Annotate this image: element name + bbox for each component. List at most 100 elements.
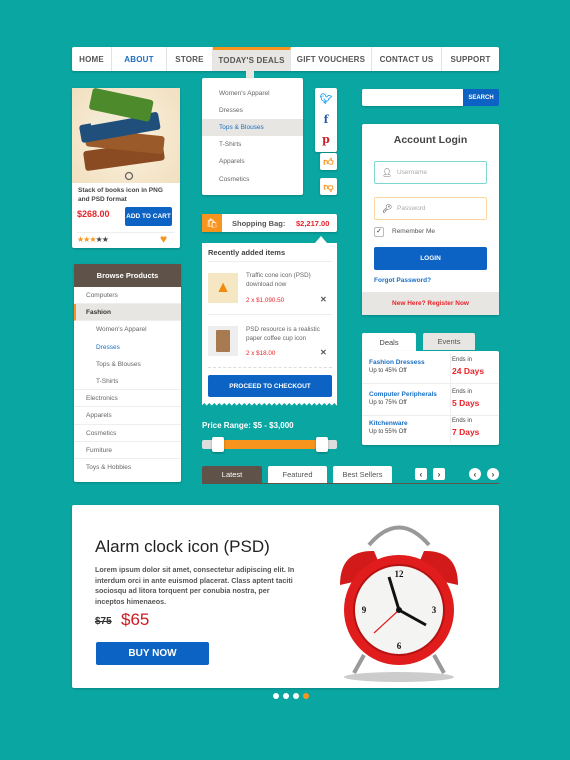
deal-item[interactable]: Computer Peripherals Up to 75% Off Ends … [362,386,499,416]
deal-offer: Up to 75% Off [369,400,407,406]
circle-chevron-left-icon[interactable]: ‹ [469,468,481,480]
subcategory-item-selected[interactable]: Dresses [74,339,181,356]
category-item[interactable]: Apparels [74,407,181,425]
category-item[interactable]: Furniture [74,442,181,459]
zigzag-edge [202,403,337,407]
cart-item-name[interactable]: PSD resource is a realistic paper coffee… [246,325,326,343]
deal-name[interactable]: Kitchenware [369,420,408,427]
facebook-icon[interactable]: f [315,110,337,128]
register-link[interactable]: New Here? Register Now [362,292,499,315]
remove-item-icon[interactable]: ✕ [320,348,327,357]
shopping-bag-bar[interactable]: 🛍︎ Shopping Bag: $2,217.00 [202,214,337,232]
dropdown-item[interactable]: Cosmetics [202,171,303,188]
deals-dropdown: Women's Apparel Dresses Tops & Blouses T… [202,78,303,195]
subcategory-item[interactable]: Women's Apparel [74,321,181,338]
pinterest-icon[interactable]: p [315,130,337,148]
category-item[interactable]: Computers [74,287,181,305]
deal-name[interactable]: Computer Peripherals [369,391,437,398]
nav-store[interactable]: STORE [167,47,213,71]
add-to-cart-button[interactable]: ADD TO CART [125,207,172,226]
thumbs-down-icon[interactable]: 👎︎ [320,178,337,195]
bag-total: $2,217.00 [296,219,330,228]
remove-item-icon[interactable]: ✕ [320,295,327,304]
nav-about[interactable]: ABOUT [112,47,167,71]
heart-icon[interactable]: ♥ [160,232,167,246]
deal-offer: Up to 45% Off [369,368,407,374]
category-item[interactable]: Cosmetics [74,425,181,442]
deal-ends-label: Ends in [452,389,473,395]
subcategory-item[interactable]: Tops & Blouses [74,356,181,373]
coffee-cup-image [208,326,238,356]
tab-best-sellers[interactable]: Best Sellers [333,466,392,483]
divider [208,367,332,368]
nav-contact-us[interactable]: CONTACT US [372,47,442,71]
chevron-left-icon[interactable]: ‹ [415,468,427,480]
user-icon: 👤︎ [382,168,393,177]
hero-price: $65 [121,610,150,629]
browse-title: Browse Products [74,264,181,287]
slide-dot[interactable] [283,693,289,699]
login-panel: Account Login 👤︎ Username 🔑︎ Password ✓ Re… [362,124,499,315]
deal-name[interactable]: Fashion Dressess [369,359,425,366]
subcategory-item[interactable]: T-Shirts [74,373,181,391]
remember-checkbox[interactable]: ✓ [374,227,384,237]
username-field[interactable]: 👤︎ Username [374,161,487,184]
slider-max-handle[interactable] [316,437,328,452]
category-item[interactable]: Toys & Hobbies [74,459,181,476]
circle-chevron-right-icon[interactable]: › [487,468,499,480]
nav-gift-vouchers[interactable]: GIFT VOUCHERS [291,47,372,71]
cart-header: Recently added items [208,248,286,257]
dropdown-item[interactable]: Tops & Blouses [202,119,303,136]
browse-products: Browse Products Computers Fashion Women'… [74,264,181,482]
search-input[interactable] [362,89,463,106]
tab-featured[interactable]: Featured [268,466,327,483]
search-button[interactable]: SEARCH [463,89,499,106]
cart-notch [315,236,327,243]
chevron-right-icon[interactable]: › [433,468,445,480]
price-slider[interactable] [202,437,337,452]
category-item-active[interactable]: Fashion [74,304,181,322]
product-image[interactable] [72,88,180,183]
nav-home[interactable]: HOME [72,47,112,71]
nav-support[interactable]: SUPPORT [442,47,499,71]
buy-now-button[interactable]: BUY NOW [96,642,209,665]
deal-ends: 7 Days [452,427,480,437]
svg-text:9: 9 [362,605,367,615]
books-icon [79,88,165,181]
deal-ends: 24 Days [452,366,485,376]
tab-latest[interactable]: Latest [202,466,262,483]
nav-todays-deals[interactable]: TODAY'S DEALS [213,47,291,71]
slider-min-handle[interactable] [212,437,224,452]
password-field[interactable]: 🔑︎ Password [374,197,487,220]
twitter-icon[interactable]: 🐦︎ [315,90,337,108]
cart-dropdown: Recently added items ▲ Traffic cone icon… [202,243,337,403]
hero-title: Alarm clock icon (PSD) [95,537,270,556]
product-title[interactable]: Stack of books icon in PNG and PSD forma… [78,186,174,204]
checkout-button[interactable]: PROCEED TO CHECKOUT [208,375,332,397]
dropdown-item[interactable]: Women's Apparel [202,85,303,102]
svg-text:12: 12 [395,569,405,579]
forgot-password-link[interactable]: Forgot Password? [374,277,431,284]
deal-ends-label: Ends in [452,357,473,363]
tabs-underline [202,483,499,484]
dropdown-item[interactable]: Apparels [202,153,303,170]
slide-dot[interactable] [293,693,299,699]
product-card: Stack of books icon in PNG and PSD forma… [72,88,180,248]
category-item[interactable]: Electronics [74,390,181,408]
dropdown-item[interactable]: T-Shirts [202,136,303,153]
bag-icon: 🛍︎ [202,214,222,232]
deal-item[interactable]: Kitchenware Up to 55% Off Ends in 7 Days [362,415,499,445]
cart-item-name[interactable]: Traffic cone icon (PSD) download now [246,271,321,289]
slide-dot-active[interactable] [303,693,309,699]
login-button[interactable]: LOGIN [374,247,487,270]
dropdown-item[interactable]: Dresses [202,102,303,119]
thumbs-up-icon[interactable]: 👍︎ [320,153,337,170]
deal-item[interactable]: Fashion Dressess Up to 45% Off Ends in 2… [362,354,499,384]
slide-dot[interactable] [273,693,279,699]
tab-events[interactable]: Events [423,333,475,350]
traffic-cone-image: ▲ [208,273,238,303]
tab-deals[interactable]: Deals [362,333,416,352]
svg-text:6: 6 [397,641,402,651]
deals-panel: Fashion Dressess Up to 45% Off Ends in 2… [362,351,499,445]
cart-item-price: 2 x $1,090.50 [246,297,285,304]
